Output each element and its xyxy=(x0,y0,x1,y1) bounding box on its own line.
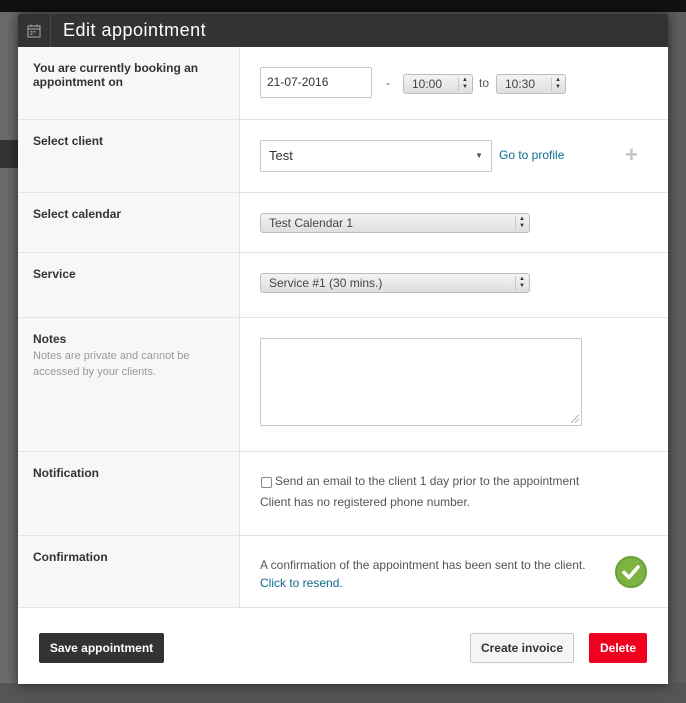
resend-link[interactable]: Click to resend. xyxy=(260,576,343,590)
date-separator: - xyxy=(386,76,390,90)
client-row: Select client Test ▼ Go to profile + xyxy=(18,120,668,193)
phone-status-text: Client has no registered phone number. xyxy=(260,495,471,509)
save-appointment-button[interactable]: Save appointment xyxy=(39,633,164,663)
notes-help-text: Notes are private and cannot be accessed… xyxy=(33,350,190,378)
calendar-select[interactable]: Test Calendar 1 ▲ ▼ xyxy=(260,213,530,233)
select-arrows-icon: ▲ ▼ xyxy=(551,77,561,91)
plus-icon[interactable]: + xyxy=(625,144,638,166)
notification-row: Notification Send an email to the client… xyxy=(18,452,668,536)
edit-appointment-modal: Edit appointment You are currently booki… xyxy=(18,14,668,684)
background-band xyxy=(0,140,20,168)
notes-row: Notes Notes are private and cannot be ac… xyxy=(18,318,668,452)
select-arrows-icon: ▲ ▼ xyxy=(515,276,525,290)
to-label: to xyxy=(479,76,490,90)
email-reminder-label[interactable]: Send an email to the client 1 day prior … xyxy=(275,474,579,488)
booking-label: You are currently booking an appointment… xyxy=(33,61,199,89)
notes-textarea[interactable] xyxy=(260,338,582,426)
calendar-label: Select calendar xyxy=(33,207,122,221)
confirmation-message: A confirmation of the appointment has be… xyxy=(260,558,586,572)
delete-button[interactable]: Delete xyxy=(589,633,647,663)
resize-handle-icon[interactable] xyxy=(571,415,579,423)
confirmation-row: Confirmation A confirmation of the appoi… xyxy=(18,536,668,608)
background-bottom-bar xyxy=(0,683,686,703)
modal-header: Edit appointment xyxy=(18,14,668,47)
select-arrows-icon: ▲ ▼ xyxy=(515,216,525,230)
chevron-down-icon: ▼ xyxy=(475,151,483,160)
go-to-profile-link[interactable]: Go to profile xyxy=(499,148,564,162)
service-label: Service xyxy=(33,267,76,281)
create-invoice-button[interactable]: Create invoice xyxy=(470,633,574,663)
confirmation-label: Confirmation xyxy=(33,550,108,564)
check-circle-icon xyxy=(615,556,647,588)
start-time-select[interactable]: 10:00 ▲ ▼ xyxy=(403,74,473,94)
modal-footer: Save appointment Create invoice Delete xyxy=(18,619,668,684)
end-time-select[interactable]: 10:30 ▲ ▼ xyxy=(496,74,566,94)
background-sidebar xyxy=(0,12,20,703)
date-input[interactable]: 21-07-2016 xyxy=(260,67,372,98)
notification-label: Notification xyxy=(33,466,99,480)
service-select[interactable]: Service #1 (30 mins.) ▲ ▼ xyxy=(260,273,530,293)
email-reminder-checkbox[interactable] xyxy=(261,477,272,488)
calendar-icon xyxy=(18,14,51,47)
modal-title: Edit appointment xyxy=(63,20,207,40)
notes-label: Notes xyxy=(33,332,67,346)
service-row: Service Service #1 (30 mins.) ▲ ▼ xyxy=(18,253,668,318)
client-label: Select client xyxy=(33,134,104,148)
calendar-row: Select calendar Test Calendar 1 ▲ ▼ xyxy=(18,193,668,253)
client-select[interactable]: Test ▼ xyxy=(260,140,492,172)
select-arrows-icon: ▲ ▼ xyxy=(458,77,468,91)
booking-row: You are currently booking an appointment… xyxy=(18,47,668,120)
background-topbar xyxy=(0,0,686,12)
